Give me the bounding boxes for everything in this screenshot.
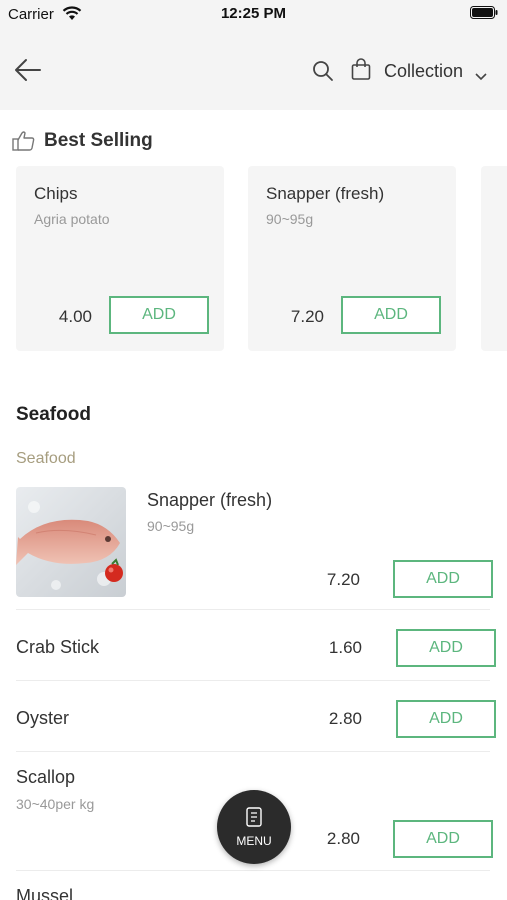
add-button[interactable]: ADD (393, 560, 493, 598)
best-selling-card[interactable]: Chips Agria potato 4.00 ADD (16, 166, 224, 351)
divider (16, 680, 490, 681)
back-arrow-icon (15, 59, 41, 81)
clock: 12:25 PM (220, 5, 287, 22)
add-button[interactable]: ADD (393, 820, 493, 858)
product-price: 1.60 (328, 638, 362, 657)
product-name: Crab Stick (16, 637, 100, 657)
product-price: 7.20 (290, 307, 324, 326)
add-button[interactable]: ADD (109, 296, 209, 334)
nav-bar: Collection (0, 30, 507, 110)
add-button[interactable]: ADD (396, 700, 496, 738)
product-name: Snapper (fresh) (147, 490, 273, 510)
product-price: 2.80 (328, 709, 362, 728)
divider (16, 751, 490, 752)
list-item[interactable]: Mussel (0, 873, 507, 900)
status-bar: Carrier 12:25 PM (0, 0, 507, 30)
search-icon (313, 61, 333, 81)
collection-dropdown[interactable]: Collection (384, 61, 463, 82)
product-name: Mussel (16, 886, 74, 900)
product-subtitle: Agria potato (34, 211, 110, 227)
add-button[interactable]: ADD (396, 629, 496, 667)
product-name: Chips (34, 184, 78, 203)
product-subtitle: 90~95g (147, 518, 195, 534)
list-item[interactable]: Oyster 2.80 ADD (0, 682, 507, 750)
divider (16, 870, 490, 871)
product-price: 2.80 (326, 829, 360, 848)
menu-button[interactable]: MENU (217, 790, 291, 864)
search-button[interactable] (312, 60, 334, 82)
list-item[interactable]: Crab Stick 1.60 ADD (0, 612, 507, 680)
menu-label: MENU (236, 834, 272, 848)
battery-icon (470, 6, 498, 19)
product-subtitle: 30~40per kg (16, 796, 95, 812)
add-button[interactable]: ADD (341, 296, 441, 334)
menu-icon (246, 807, 262, 832)
product-price: 7.20 (326, 570, 360, 589)
best-selling-title: Best Selling (44, 130, 153, 151)
best-selling-card[interactable]: Snapper (fresh) 90~95g 7.20 ADD (248, 166, 456, 351)
shopping-bag-icon[interactable] (351, 58, 371, 80)
subcategory-label: Seafood (16, 450, 76, 467)
chevron-down-icon[interactable] (475, 68, 487, 86)
divider (16, 609, 490, 610)
product-name: Oyster (16, 708, 70, 728)
product-name: Scallop (16, 767, 76, 787)
product-price: 4.00 (58, 307, 92, 326)
section-title: Seafood (16, 404, 91, 425)
list-item[interactable]: Snapper (fresh) 90~95g 7.20 ADD (0, 487, 507, 607)
product-name: Snapper (fresh) (266, 184, 385, 203)
product-subtitle: 90~95g (266, 211, 314, 227)
best-selling-card-partial[interactable] (481, 166, 507, 351)
thumbs-up-icon (12, 130, 36, 157)
back-button[interactable] (12, 56, 44, 84)
